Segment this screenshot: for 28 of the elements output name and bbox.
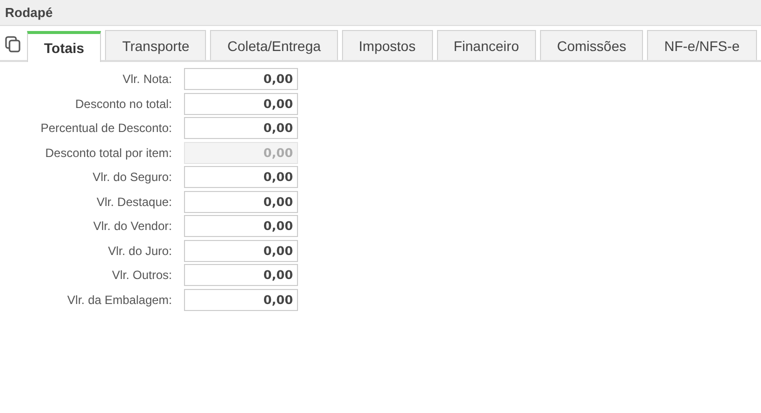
panel-title: Rodapé [5,5,53,20]
input-field[interactable]: 0,00 [184,288,298,311]
input-field[interactable]: 0,00 [184,117,298,140]
field-label: Desconto no total: [74,96,172,111]
field-label: Vlr. Destaque: [96,194,172,209]
field-label: Vlr. do Seguro: [92,170,172,184]
input-field[interactable]: 0,00 [184,190,298,213]
field-label: Vlr. da Embalagem: [66,292,172,307]
input-field[interactable]: 0,00 [184,215,298,238]
tab[interactable]: Coleta/Entrega [210,30,338,60]
input-field[interactable]: 0,00 [184,68,298,90]
tab[interactable]: Transporte [105,30,206,60]
tab[interactable]: Comissões [540,30,644,60]
field-label: Vlr. Outros: [110,268,172,282]
tab[interactable]: Totais [27,31,102,62]
field-label: Vlr. do Juro: [106,244,172,258]
input-field[interactable]: 0,00 [184,240,298,262]
input-field[interactable]: 0,00 [184,166,298,188]
tab[interactable]: NF-e/NFS-e [647,30,757,60]
input-field[interactable]: 0,00 [184,92,298,115]
copy-icon[interactable] [4,34,22,52]
field-label: Vlr. do Vendor: [92,219,172,234]
tab[interactable]: Financeiro [436,30,536,60]
tab[interactable]: Impostos [342,30,433,60]
input-field[interactable]: 0,00 [184,264,298,286]
field-label: Percentual de Desconto: [40,121,172,136]
field-label: Desconto total por item: [44,146,172,160]
field-label: Vlr. Nota: [122,72,172,86]
